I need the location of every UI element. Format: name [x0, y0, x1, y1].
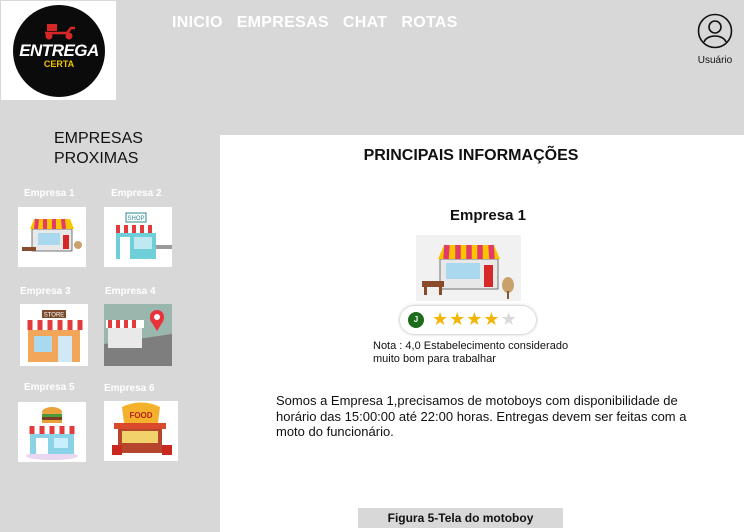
- sidebar-title-line2: PROXIMAS: [54, 150, 139, 167]
- company-4-thumb[interactable]: [104, 304, 172, 366]
- company-6-thumb[interactable]: FOOD: [104, 401, 178, 461]
- company-1-label: Empresa 1: [24, 188, 75, 199]
- nav-chat[interactable]: CHAT: [343, 14, 387, 34]
- logo: ENTREGA CERTA: [13, 5, 105, 97]
- store-awning-icon: [422, 244, 514, 299]
- reviewer-avatar: J: [408, 312, 424, 328]
- sidebar-title: EMPRESAS PROXIMAS: [54, 129, 143, 169]
- nav-empresas[interactable]: EMPRESAS: [237, 14, 329, 34]
- company-description: Somos a Empresa 1,precisamos de motoboys…: [276, 393, 687, 439]
- food-stand-icon: FOOD: [112, 402, 172, 455]
- user-label: Usuário: [697, 55, 733, 66]
- scooter-icon: [45, 24, 75, 40]
- star-icon: ★: [483, 309, 501, 329]
- star-icon: ★: [432, 309, 450, 329]
- company-5-thumb[interactable]: [18, 402, 86, 462]
- sidebar-title-line1: EMPRESAS: [54, 130, 143, 147]
- company-name: Empresa 1: [450, 207, 526, 224]
- company-5-label: Empresa 5: [24, 382, 75, 393]
- company-6-label: Empresa 6: [104, 383, 155, 394]
- logo-container[interactable]: ENTREGA CERTA: [1, 1, 116, 100]
- rating-note-line1: Nota : 4,0 Estabelecimento considerado: [373, 340, 569, 352]
- star-icon: ★: [449, 309, 467, 329]
- store-icon: STORE: [26, 310, 83, 362]
- logo-title: ENTREGA: [19, 41, 99, 60]
- main-panel: PRINCIPAIS INFORMAÇÕES Empresa 1 J ★★★★★…: [220, 135, 744, 532]
- user-menu[interactable]: Usuário: [693, 13, 737, 66]
- star-icon: ★: [466, 309, 484, 329]
- svg-text:FOOD: FOOD: [129, 411, 152, 420]
- sidebar: EMPRESAS PROXIMAS Empresa 1 Empresa 2 SH…: [0, 101, 220, 532]
- user-icon: [697, 13, 733, 49]
- company-4-label: Empresa 4: [105, 286, 156, 297]
- company-3-label: Empresa 3: [20, 286, 71, 297]
- company-3-thumb[interactable]: STORE: [20, 304, 88, 366]
- company-2-label: Empresa 2: [111, 188, 162, 199]
- logo-subtitle: CERTA: [43, 59, 75, 69]
- page-title: PRINCIPAIS INFORMAÇÕES: [363, 147, 579, 164]
- store-map-pin-icon: [104, 304, 172, 366]
- top-bar: ENTREGA CERTA INICIO EMPRESAS CHAT ROTAS…: [0, 0, 744, 101]
- nav-rotas[interactable]: ROTAS: [401, 14, 457, 34]
- shop-icon: SHOP: [114, 212, 172, 259]
- company-1-thumb[interactable]: [18, 207, 86, 267]
- burger-shop-icon: [26, 407, 78, 460]
- svg-text:SHOP: SHOP: [127, 216, 144, 222]
- rating-note-line2: muito bom para trabalhar: [373, 353, 496, 365]
- nav-inicio[interactable]: INICIO: [172, 14, 223, 34]
- figure-caption: Figura 5-Tela do motoboy: [358, 508, 563, 528]
- company-image: [416, 235, 521, 301]
- main-nav: INICIO EMPRESAS CHAT ROTAS: [172, 14, 458, 34]
- svg-text:STORE: STORE: [44, 313, 65, 319]
- rating-note: Nota : 4,0 Estabelecimento considerado m…: [373, 340, 613, 366]
- star-rating: ★★★★★: [432, 309, 518, 330]
- star-empty-icon: ★: [500, 309, 518, 329]
- rating-widget: J ★★★★★: [400, 306, 536, 334]
- company-2-thumb[interactable]: SHOP: [104, 207, 172, 267]
- store-awning-icon: [22, 218, 82, 252]
